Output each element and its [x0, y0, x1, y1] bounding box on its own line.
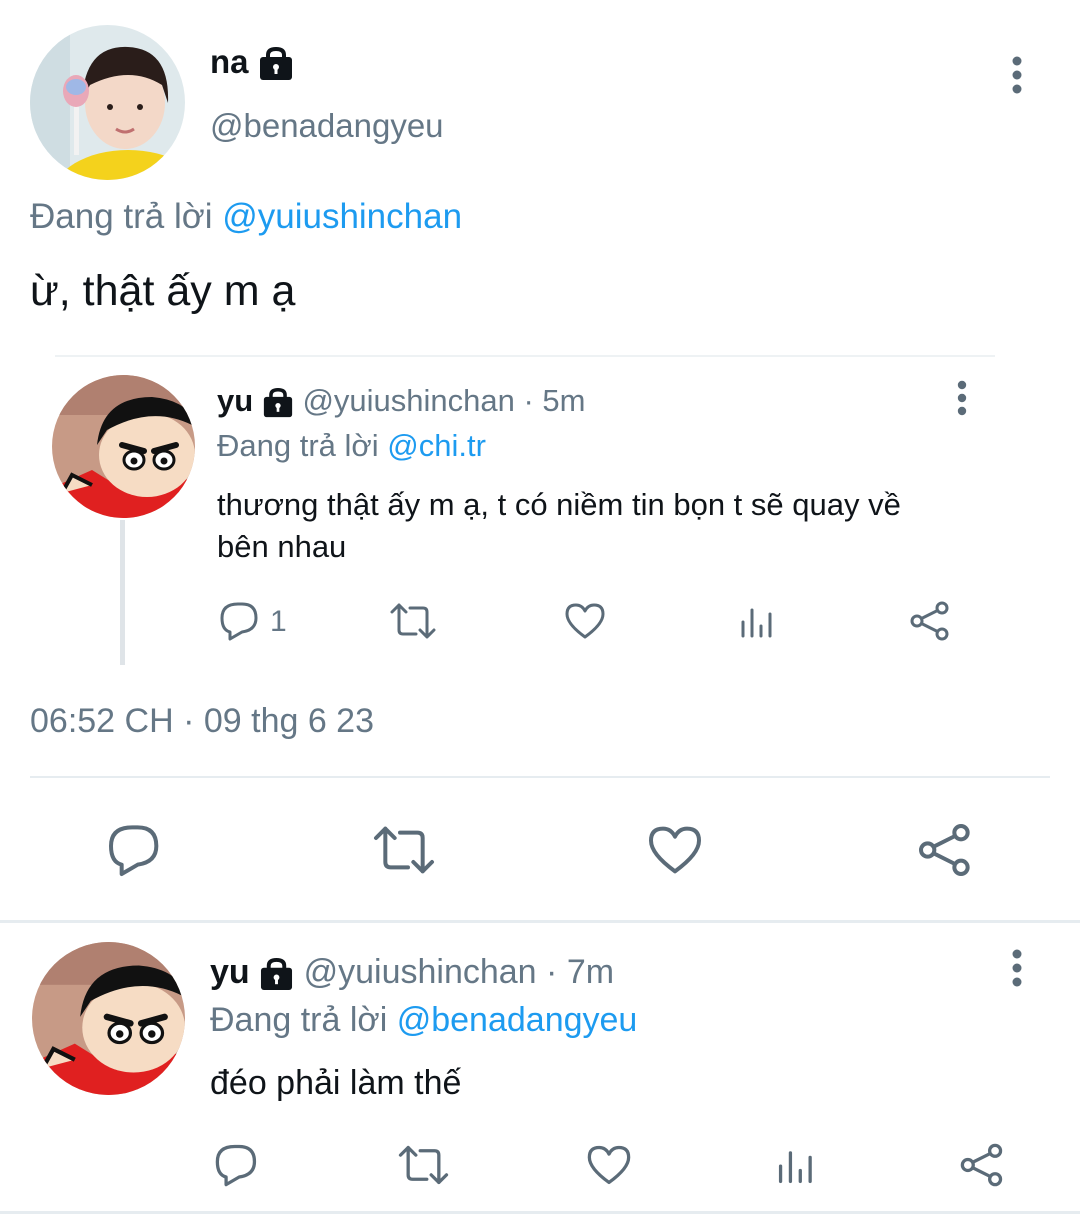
reply-author-handle: @yuiushinchan — [303, 953, 537, 991]
replying-prefix: Đang trả lời — [30, 197, 213, 236]
reply-icon — [215, 1144, 257, 1187]
lock-icon — [259, 957, 294, 991]
like-button[interactable] — [645, 822, 705, 878]
quoted-tweet-top-border — [55, 355, 995, 357]
thread-line — [120, 520, 125, 665]
heart-icon — [565, 603, 605, 639]
quoted-replying-to-link[interactable]: @chi.tr — [387, 428, 486, 463]
tweet-timestamp: 06:52 CH · 09 thg 6 23 — [30, 702, 375, 740]
quoted-like-button[interactable] — [563, 600, 607, 642]
reply-author-name: yu — [210, 953, 250, 991]
avatar-na[interactable] — [30, 25, 185, 180]
section-divider — [0, 920, 1080, 923]
quoted-share-button[interactable] — [908, 600, 952, 642]
reply-replying-to: Đang trả lời @benadangyeu — [210, 1000, 637, 1040]
reply-tweet-time: · 7m — [546, 953, 615, 991]
author-name-text: na — [210, 43, 249, 80]
reply-replying-prefix: Đang trả lời — [210, 1001, 388, 1039]
reply-icon — [220, 602, 258, 641]
share-icon — [919, 824, 970, 876]
share-icon — [960, 1143, 1003, 1187]
author-name[interactable]: na — [210, 42, 294, 82]
reply-tweet-like-button[interactable] — [585, 1142, 633, 1188]
reply-tweet-reply-button[interactable] — [213, 1142, 261, 1188]
quoted-retweet-button[interactable] — [388, 600, 438, 642]
quoted-tweet-text: thương thật ấy m ạ, t có niềm tin bọn t … — [217, 484, 901, 568]
retweet-icon — [374, 826, 434, 874]
lock-icon — [262, 387, 294, 418]
more-options-icon[interactable] — [1000, 55, 1034, 95]
quoted-tweet-text-line1: thương thật ấy m ạ, t có niềm tin bọn t … — [217, 487, 901, 522]
tweet-text: ừ, thật ấy m ạ — [30, 267, 296, 315]
lock-icon — [258, 47, 294, 81]
reply-replying-to-link[interactable]: @benadangyeu — [397, 1001, 638, 1039]
reply-icon — [109, 825, 159, 876]
quoted-more-options-icon[interactable] — [946, 380, 978, 418]
reply-tweet-header[interactable]: yu @yuiushinchan · 7m — [210, 952, 614, 992]
quoted-reply-button[interactable] — [218, 600, 262, 642]
quoted-tweet-header[interactable]: yu @yuiushinchan · 5m — [217, 382, 586, 420]
reply-tweet-analytics-button[interactable] — [775, 1142, 819, 1188]
reply-tweet-share-button[interactable] — [958, 1142, 1006, 1188]
quoted-replying-prefix: Đang trả lời — [217, 428, 379, 463]
heart-icon — [587, 1145, 631, 1185]
quoted-analytics-button[interactable] — [738, 600, 778, 642]
reply-tweet-text: đéo phải làm thế — [210, 1064, 462, 1102]
quoted-author-name: yu — [217, 383, 254, 418]
analytics-icon — [778, 1151, 812, 1184]
share-button[interactable] — [915, 822, 975, 878]
analytics-icon — [741, 608, 772, 638]
reply-more-options-icon[interactable] — [1000, 948, 1034, 988]
divider — [30, 776, 1050, 778]
reply-tweet-retweet-button[interactable] — [396, 1142, 451, 1188]
quoted-reply-count: 1 — [270, 605, 287, 638]
bottom-divider — [0, 1211, 1080, 1214]
replying-to-link[interactable]: @yuiushinchan — [222, 197, 462, 236]
replying-to: Đang trả lời @yuiushinchan — [30, 196, 462, 238]
avatar-yu-reply[interactable] — [32, 942, 185, 1095]
quoted-tweet-text-line2: bên nhau — [217, 529, 347, 564]
avatar-yu-quoted[interactable] — [52, 375, 195, 518]
author-handle[interactable]: @benadangyeu — [210, 106, 444, 146]
retweet-button[interactable] — [370, 822, 438, 878]
retweet-icon — [398, 1145, 449, 1185]
heart-icon — [649, 826, 701, 874]
retweet-icon — [390, 603, 436, 639]
quoted-replying-to: Đang trả lời @chi.tr — [217, 427, 486, 465]
quoted-author-handle: @yuiushinchan — [302, 383, 515, 418]
reply-button[interactable] — [105, 822, 165, 878]
share-icon — [910, 601, 949, 641]
quoted-tweet-time: · 5m — [523, 383, 586, 418]
